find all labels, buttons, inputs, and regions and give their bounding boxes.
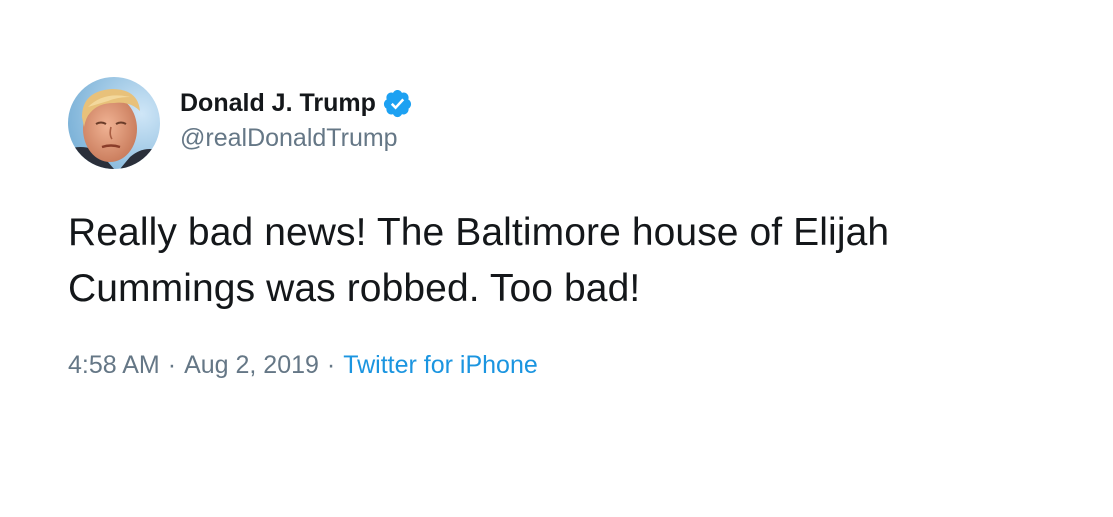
tweet-source-link[interactable]: Twitter for iPhone [343,350,538,380]
tweet-date[interactable]: Aug 2, 2019 [184,350,319,380]
author-names: Donald J. Trump @realDonaldTrump [180,87,413,155]
tweet-meta: 4:58 AM · Aug 2, 2019 · Twitter for iPho… [68,350,1068,380]
avatar[interactable] [68,77,160,169]
meta-separator: · [167,351,177,379]
tweet-card: Donald J. Trump @realDonaldTrump Really … [68,76,1068,380]
tweet-header: Donald J. Trump @realDonaldTrump [68,76,1068,170]
tweet-time[interactable]: 4:58 AM [68,350,160,380]
verified-badge-icon [382,88,413,119]
user-handle[interactable]: @realDonaldTrump [180,121,413,155]
profile-photo [68,77,160,169]
display-name[interactable]: Donald J. Trump [180,87,376,119]
tweet-text: Really bad news! The Baltimore house of … [68,211,890,310]
display-name-row[interactable]: Donald J. Trump [180,87,413,119]
meta-separator: · [326,351,336,379]
